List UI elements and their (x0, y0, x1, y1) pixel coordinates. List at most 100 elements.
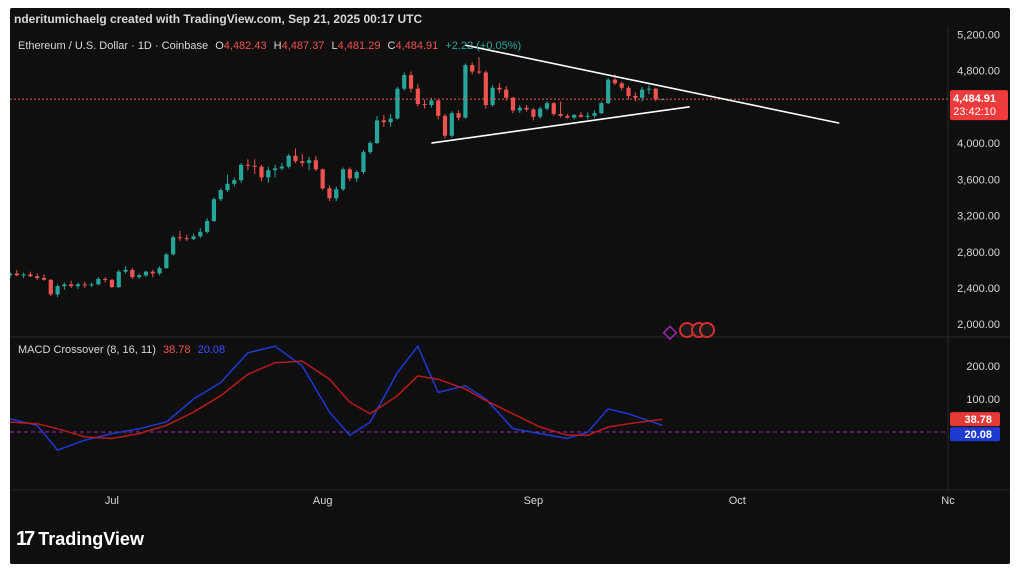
candle-body (347, 169, 352, 179)
candle-body (313, 160, 318, 170)
candle-body (368, 143, 373, 153)
change-value: +2.22 (+0.05%) (445, 40, 521, 52)
candle-body (442, 115, 448, 136)
candle-body (578, 114, 584, 117)
macd-tick-label: 200.00 (966, 361, 1000, 373)
candle-body (653, 88, 658, 100)
candle-body (69, 284, 74, 287)
macd-tick-label: 100.00 (966, 394, 1000, 406)
candle-body (10, 273, 13, 276)
open-value: 4,482.43 (224, 40, 267, 52)
candle-body (75, 284, 81, 287)
candle-body (286, 155, 291, 167)
candle-body (171, 237, 176, 255)
candle-body (585, 115, 590, 117)
candle-body (374, 120, 380, 144)
candle-body (21, 274, 26, 276)
candle-body (483, 72, 488, 105)
close-value: 4,484.91 (395, 40, 438, 52)
macd-value-tag-label: 20.08 (964, 429, 992, 441)
candle-body (470, 65, 475, 72)
candle-body (388, 118, 393, 123)
candle-body (164, 254, 169, 269)
candle-body (41, 278, 47, 280)
date-tick-label: Sep (524, 495, 544, 507)
candle-body (395, 88, 400, 119)
candle-body (463, 65, 468, 118)
candle-body (306, 160, 312, 163)
chart-canvas[interactable]: 5,200.004,800.004,400.004,000.003,600.00… (10, 28, 1010, 516)
high-value: 4,487.37 (282, 40, 325, 52)
candle-body (157, 268, 162, 274)
candle-body (340, 169, 346, 190)
chart-caption: nderitumichaelg created with TradingView… (14, 12, 423, 26)
tradingview-mark-icon: 17 (16, 528, 35, 550)
candle-body (232, 180, 237, 184)
candle-body (592, 113, 597, 116)
symbol-title: Ethereum / U.S. Dollar · 1D · Coinbase (18, 40, 208, 52)
tradingview-logo[interactable]: 17 TradingView (16, 528, 144, 551)
candle-body (354, 172, 359, 179)
date-tick-label: Nc (941, 495, 955, 507)
candle-body (565, 115, 570, 118)
candle-body (293, 155, 298, 162)
candle-body (28, 274, 33, 277)
candle-body (300, 161, 305, 163)
candle-body (123, 269, 128, 272)
candle-body (279, 166, 284, 169)
candle-body (402, 75, 407, 89)
last-price-value: 4,484.91 (953, 93, 996, 105)
candle-body (238, 164, 244, 181)
candle-body (320, 169, 325, 189)
price-tick-label: 3,200.00 (957, 211, 1000, 223)
candle-body (558, 114, 563, 116)
candle-body (137, 275, 142, 278)
date-tick-label: Aug (313, 495, 333, 507)
footer-bar (10, 518, 1010, 564)
candle-body (606, 79, 611, 104)
price-tick-label: 2,000.00 (957, 319, 1000, 331)
candle-body (612, 79, 618, 84)
tradingview-brand: TradingView (38, 529, 144, 549)
candle-body (334, 189, 339, 199)
candle-body (551, 103, 556, 115)
candle-body (626, 87, 631, 96)
candle-body (266, 170, 271, 178)
candle-body (599, 103, 604, 114)
date-tick-label: Oct (729, 495, 746, 507)
candle-body (272, 168, 278, 171)
macd-value-2: 20.08 (198, 344, 226, 356)
candle-body (116, 271, 121, 288)
close-label: C (388, 40, 396, 52)
candle-body (408, 75, 414, 89)
chart-frame: nderitumichaelg created with TradingView… (10, 8, 1010, 564)
price-tick-label: 4,000.00 (957, 138, 1000, 150)
us-flag-event-icon[interactable] (699, 322, 715, 338)
candle-body (184, 238, 189, 240)
candle-body (436, 100, 441, 116)
candle-body (82, 284, 87, 286)
candle-body (205, 220, 210, 232)
low-value: 4,481.29 (338, 40, 381, 52)
candle-body (62, 284, 67, 287)
svg-text:MACD Crossover (8, 16, 11): MACD Crossover (8, 16, 11) 38.78 20.08 (18, 344, 225, 356)
candle-body (225, 183, 230, 191)
candle-body (476, 71, 482, 73)
candle-body (177, 237, 183, 239)
candle-body (150, 271, 155, 274)
candle-body (211, 199, 217, 221)
candle-body (143, 271, 149, 276)
candle-body (449, 113, 454, 136)
candle-body (35, 276, 40, 279)
candle-body (130, 269, 135, 278)
candle-body (633, 95, 638, 98)
candle-body (572, 114, 577, 118)
candle-body (510, 97, 516, 111)
macd-value-1: 38.78 (163, 344, 191, 356)
candle-body (429, 100, 434, 105)
candle-body (381, 120, 386, 123)
candle-body (538, 108, 543, 117)
candle-body (109, 279, 115, 288)
candle-body (103, 278, 108, 280)
candle-body (619, 83, 624, 88)
